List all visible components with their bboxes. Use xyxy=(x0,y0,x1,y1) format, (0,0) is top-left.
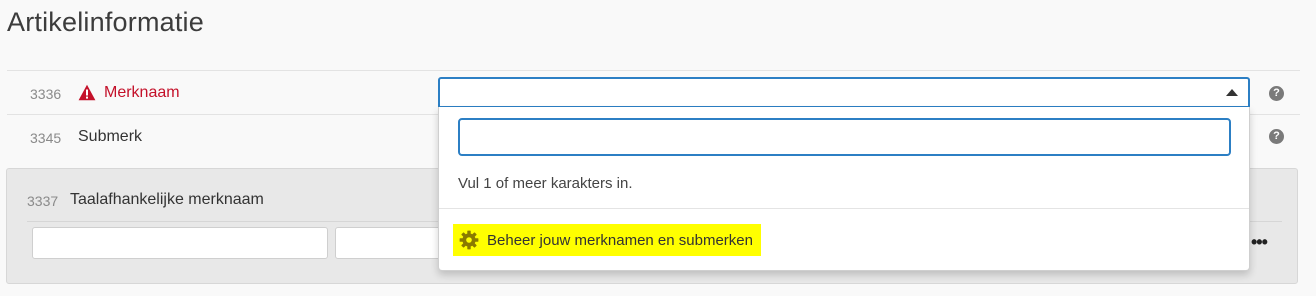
merknaam-select[interactable] xyxy=(438,77,1250,108)
field-id: 3345 xyxy=(30,130,62,146)
dropdown-search-input[interactable] xyxy=(458,118,1231,156)
field-id: 3337 xyxy=(27,193,59,209)
field-label: Submerk xyxy=(78,128,143,145)
question-circle-icon[interactable]: ? xyxy=(1269,86,1284,101)
ellipsis-icon[interactable]: ••• xyxy=(1251,233,1268,251)
question-circle-icon[interactable]: ? xyxy=(1269,129,1284,144)
field-label: Taalafhankelijke merknaam xyxy=(70,191,264,208)
dropdown-divider xyxy=(439,208,1249,209)
field-id: 3336 xyxy=(30,86,62,102)
page-title: Artikelinformatie xyxy=(7,7,204,37)
field-label: Merknaam xyxy=(104,84,180,101)
gear-icon xyxy=(459,230,479,250)
manage-brands-label: Beheer jouw merknamen en submerken xyxy=(487,231,753,249)
dropdown-hint: Vul 1 of meer karakters in. xyxy=(458,175,633,192)
language-input[interactable] xyxy=(32,227,328,259)
warning-triangle-icon xyxy=(78,84,96,101)
manage-brands-link[interactable]: Beheer jouw merknamen en submerken xyxy=(453,224,761,256)
language-input[interactable] xyxy=(335,227,445,259)
caret-up-icon xyxy=(1226,89,1238,96)
merknaam-dropdown: Vul 1 of meer karakters in. Beheer jouw … xyxy=(438,107,1250,271)
